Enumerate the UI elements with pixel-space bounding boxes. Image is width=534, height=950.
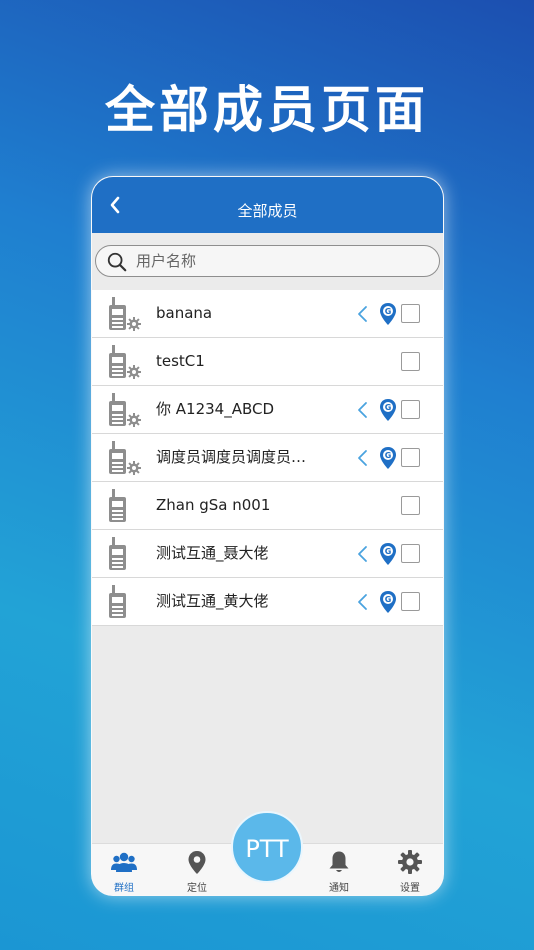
search-input[interactable] bbox=[136, 249, 426, 273]
member-row[interactable]: banana G bbox=[92, 290, 443, 338]
gear-badge-icon bbox=[127, 365, 141, 379]
page-headline: 全部成员页面 bbox=[105, 81, 429, 139]
member-row[interactable]: 你 A1234_ABCD G bbox=[92, 386, 443, 434]
member-checkbox[interactable] bbox=[401, 448, 420, 467]
tab-settings[interactable]: 设置 bbox=[380, 844, 440, 895]
tab-notifications[interactable]: 通知 bbox=[309, 844, 369, 895]
svg-text:G: G bbox=[385, 451, 392, 460]
chevron-left-icon[interactable] bbox=[355, 592, 369, 612]
location-icon bbox=[188, 851, 206, 874]
member-row[interactable]: 测试互通_聂大佬 G bbox=[92, 530, 443, 578]
gear-badge-icon bbox=[127, 317, 141, 331]
member-checkbox[interactable] bbox=[401, 400, 420, 419]
tab-label: 通知 bbox=[329, 883, 349, 894]
nav-title: 全部成员 bbox=[237, 202, 298, 220]
tab-label: 群组 bbox=[114, 883, 134, 894]
radio-device-icon bbox=[109, 345, 141, 379]
radio-device-icon bbox=[109, 297, 141, 331]
chevron-left-icon[interactable] bbox=[355, 544, 369, 564]
location-pin-icon[interactable]: G bbox=[378, 542, 398, 566]
location-pin-icon[interactable]: G bbox=[378, 446, 398, 470]
svg-text:G: G bbox=[385, 595, 392, 604]
svg-text:G: G bbox=[385, 547, 392, 556]
svg-text:G: G bbox=[385, 403, 392, 412]
member-name: 你 A1234_ABCD bbox=[156, 400, 275, 418]
chevron-left-icon[interactable] bbox=[355, 448, 369, 468]
location-pin-icon[interactable]: G bbox=[378, 398, 398, 422]
gear-icon bbox=[398, 850, 422, 874]
member-checkbox[interactable] bbox=[401, 592, 420, 611]
member-name: banana bbox=[156, 304, 213, 322]
radio-device-icon bbox=[109, 537, 126, 570]
group-icon bbox=[111, 852, 137, 872]
member-checkbox[interactable] bbox=[401, 544, 420, 563]
svg-text:G: G bbox=[385, 307, 392, 316]
member-name: 调度员调度员调度员调度员 bbox=[156, 448, 316, 466]
phone-screen: 全部成员 bananaGtestC1你 A1234_ABCDG调度员调度员调度员… bbox=[91, 176, 444, 896]
radio-device-icon bbox=[109, 393, 141, 427]
tab-group[interactable]: 群组 bbox=[94, 844, 154, 895]
search-box[interactable] bbox=[95, 245, 440, 277]
radio-device-icon bbox=[109, 489, 126, 522]
tab-label: 设置 bbox=[400, 883, 420, 894]
chevron-left-icon[interactable] bbox=[355, 304, 369, 324]
member-row[interactable]: 调度员调度员调度员调度员 G bbox=[92, 434, 443, 482]
bell-icon bbox=[329, 851, 349, 872]
radio-device-icon bbox=[109, 441, 141, 475]
chevron-left-icon[interactable] bbox=[355, 400, 369, 420]
member-checkbox[interactable] bbox=[401, 496, 420, 515]
search-icon bbox=[107, 252, 127, 272]
member-row[interactable]: testC1 bbox=[92, 338, 443, 386]
search-section bbox=[92, 233, 443, 287]
tab-label: 定位 bbox=[187, 883, 207, 894]
member-row[interactable]: Zhan gSa n001 bbox=[92, 482, 443, 530]
radio-device-icon bbox=[109, 585, 126, 618]
gear-badge-icon bbox=[127, 461, 141, 475]
tab-location[interactable]: 定位 bbox=[167, 844, 227, 895]
location-pin-icon[interactable]: G bbox=[378, 302, 398, 326]
member-checkbox[interactable] bbox=[401, 352, 420, 371]
ptt-button[interactable]: PTT bbox=[231, 811, 303, 883]
member-row[interactable]: 测试互通_黄大佬 G bbox=[92, 578, 443, 626]
member-name: Zhan gSa n001 bbox=[156, 496, 271, 514]
member-checkbox[interactable] bbox=[401, 304, 420, 323]
member-name: testC1 bbox=[156, 352, 205, 370]
gear-badge-icon bbox=[127, 413, 141, 427]
member-name: 测试互通_聂大佬 bbox=[156, 544, 269, 562]
member-name: 测试互通_黄大佬 bbox=[156, 592, 269, 610]
member-list: banana GtestC1 你 A1234_ABCD G 调度员调度员调度员调度员 G Z… bbox=[92, 290, 443, 626]
nav-bar: 全部成员 bbox=[92, 177, 443, 233]
location-pin-icon[interactable]: G bbox=[378, 590, 398, 614]
